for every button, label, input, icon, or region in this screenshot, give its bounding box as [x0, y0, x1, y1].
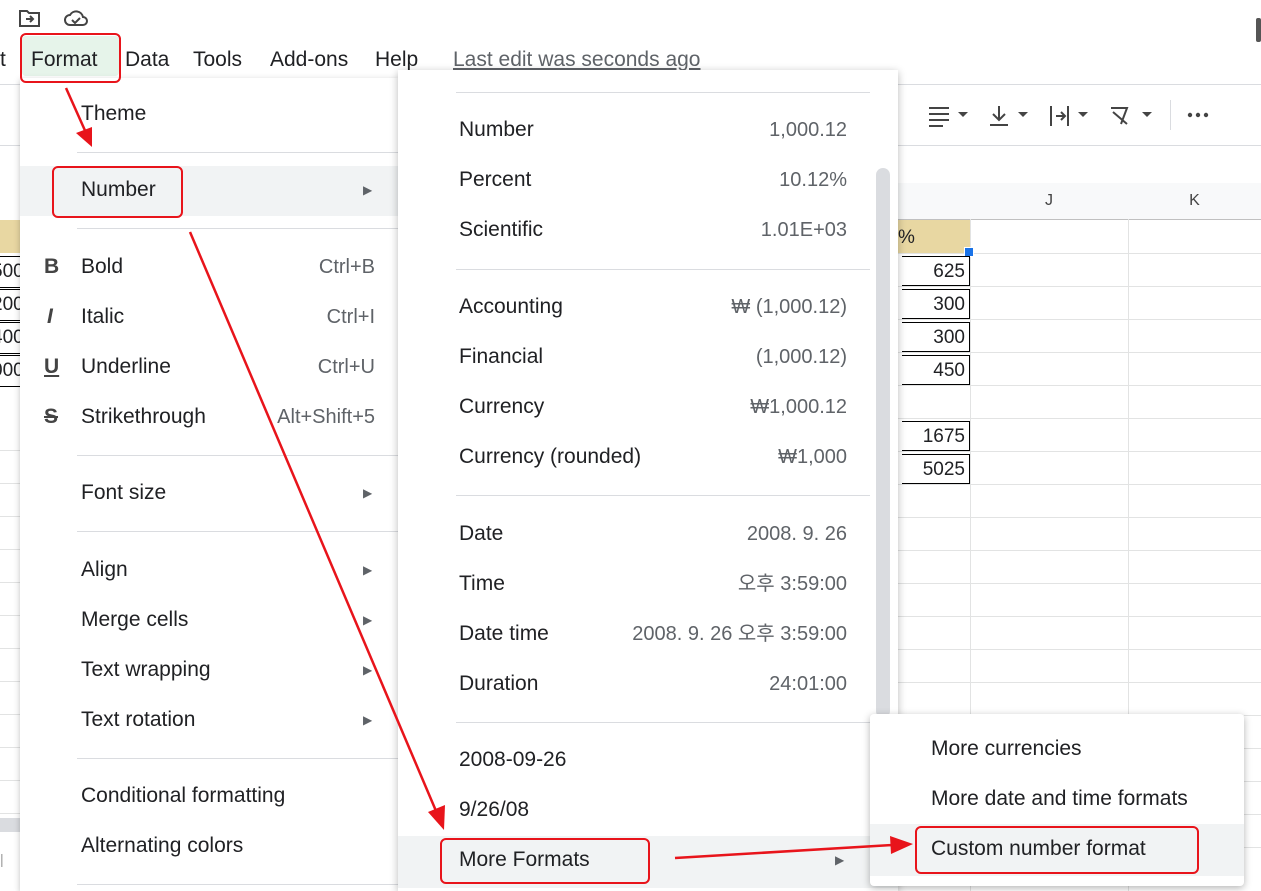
- annotation-arrows: [64, 87, 913, 860]
- sheet-tab-partial: |: [0, 851, 4, 867]
